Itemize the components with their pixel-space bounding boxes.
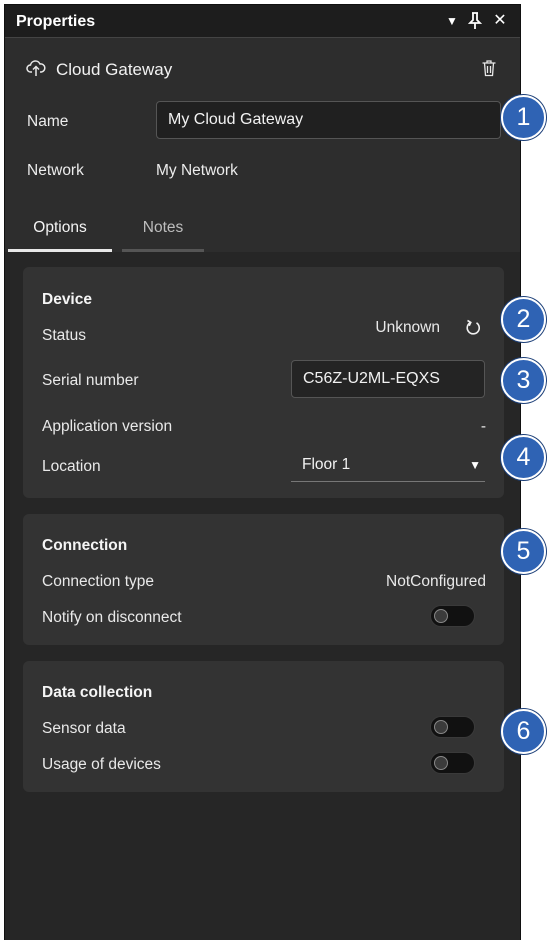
properties-panel: Properties ▼ ✕ Cloud Gateway Name My Clo… (4, 4, 521, 940)
network-label: Network (27, 162, 84, 179)
status-value: Unknown (375, 319, 440, 336)
item-header: Cloud Gateway (5, 39, 520, 95)
location-label: Location (42, 458, 101, 475)
app-version-label: Application version (42, 418, 173, 435)
callout-badge-4: 4 (501, 435, 546, 480)
serial-label: Serial number (42, 372, 139, 389)
serial-number-field[interactable]: C56Z-U2ML-EQXS (291, 360, 485, 398)
name-field[interactable]: My Cloud Gateway (156, 101, 501, 139)
panel-titlebar: Properties ▼ ✕ (5, 5, 520, 38)
serial-number-value: C56Z-U2ML-EQXS (303, 370, 440, 387)
tab-bar: Options Notes (5, 210, 520, 254)
usage-devices-toggle[interactable] (430, 752, 475, 774)
location-value: Floor 1 (302, 456, 351, 473)
device-title: Device (42, 291, 92, 308)
toggle-knob (434, 756, 448, 770)
name-label: Name (27, 113, 69, 130)
data-collection-title: Data collection (42, 684, 153, 701)
network-value: My Network (156, 162, 238, 179)
tab-notes[interactable]: Notes (122, 210, 204, 252)
panel-title: Properties (16, 13, 96, 30)
dropdown-arrow-icon[interactable]: ▼ (444, 11, 460, 31)
device-card: Device Status Unknown Serial number C56Z… (23, 267, 504, 498)
sensor-data-label: Sensor data (42, 720, 126, 737)
callout-badge-5: 5 (501, 529, 546, 574)
connection-card: Connection Connection type NotConfigured… (23, 514, 504, 645)
name-value: My Cloud Gateway (168, 111, 304, 128)
connection-type-label: Connection type (42, 573, 155, 590)
callout-badge-1: 1 (501, 95, 546, 140)
close-icon[interactable]: ✕ (492, 11, 508, 31)
chevron-down-icon: ▼ (469, 458, 481, 472)
data-collection-card: Data collection Sensor data Usage of dev… (23, 661, 504, 792)
options-content: Device Status Unknown Serial number C56Z… (5, 252, 520, 940)
refresh-icon[interactable] (464, 319, 482, 337)
notify-label: Notify on disconnect (42, 609, 182, 626)
cloud-upload-icon (26, 59, 46, 77)
connection-type-value: NotConfigured (386, 573, 486, 590)
sensor-data-toggle[interactable] (430, 716, 475, 738)
toggle-knob (434, 720, 448, 734)
callout-badge-6: 6 (501, 709, 546, 754)
location-dropdown[interactable]: Floor 1 ▼ (291, 452, 485, 482)
app-version-value: - (480, 418, 486, 435)
toggle-knob (434, 609, 448, 623)
pin-icon[interactable] (467, 11, 483, 31)
callout-badge-3: 3 (501, 358, 546, 403)
trash-icon[interactable] (481, 59, 497, 77)
callout-badge-2: 2 (501, 297, 546, 342)
connection-title: Connection (42, 537, 128, 554)
item-title: Cloud Gateway (56, 60, 173, 79)
status-label: Status (42, 327, 86, 344)
tab-options[interactable]: Options (8, 210, 112, 252)
usage-devices-label: Usage of devices (42, 756, 161, 773)
notify-toggle[interactable] (430, 605, 475, 627)
